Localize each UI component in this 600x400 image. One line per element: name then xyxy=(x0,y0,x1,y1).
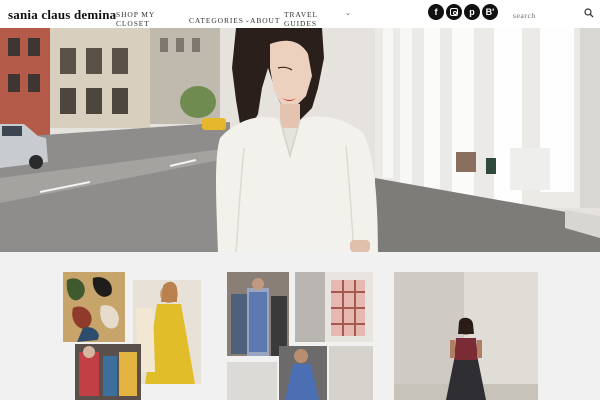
nav-categories-label: CATEGORIES xyxy=(189,16,244,25)
post-thumbnail[interactable] xyxy=(394,272,538,400)
site-header: sania claus demina SHOP MY CLOSET CATEGO… xyxy=(0,0,600,28)
post-thumbnail[interactable] xyxy=(227,272,373,400)
facebook-icon[interactable]: f xyxy=(428,4,444,20)
nav-shop-my-closet[interactable]: SHOP MY CLOSET xyxy=(116,10,168,28)
bloglovin-icon[interactable]: B' xyxy=(482,4,498,20)
nav-categories[interactable]: CATEGORIES⌄ xyxy=(189,16,251,26)
nav-travel-guides[interactable]: TRAVEL GUIDES xyxy=(284,10,332,28)
hero-image xyxy=(0,28,600,252)
site-logo[interactable]: sania claus demina xyxy=(8,7,116,23)
instagram-icon[interactable] xyxy=(446,4,462,20)
hero-slider[interactable] xyxy=(0,28,600,252)
post-thumbnail[interactable] xyxy=(63,272,203,400)
post-collage-image xyxy=(227,272,373,400)
pinterest-icon[interactable]: p xyxy=(464,4,480,20)
post-grid xyxy=(0,252,600,400)
search-box xyxy=(506,5,596,24)
nav-more-chevron-icon[interactable]: ⌄ xyxy=(345,9,351,17)
post-image xyxy=(394,272,538,400)
nav-about[interactable]: ABOUT xyxy=(250,16,280,25)
post-collage-image xyxy=(63,272,203,400)
search-icon[interactable] xyxy=(584,8,594,18)
search-input[interactable] xyxy=(506,7,586,24)
